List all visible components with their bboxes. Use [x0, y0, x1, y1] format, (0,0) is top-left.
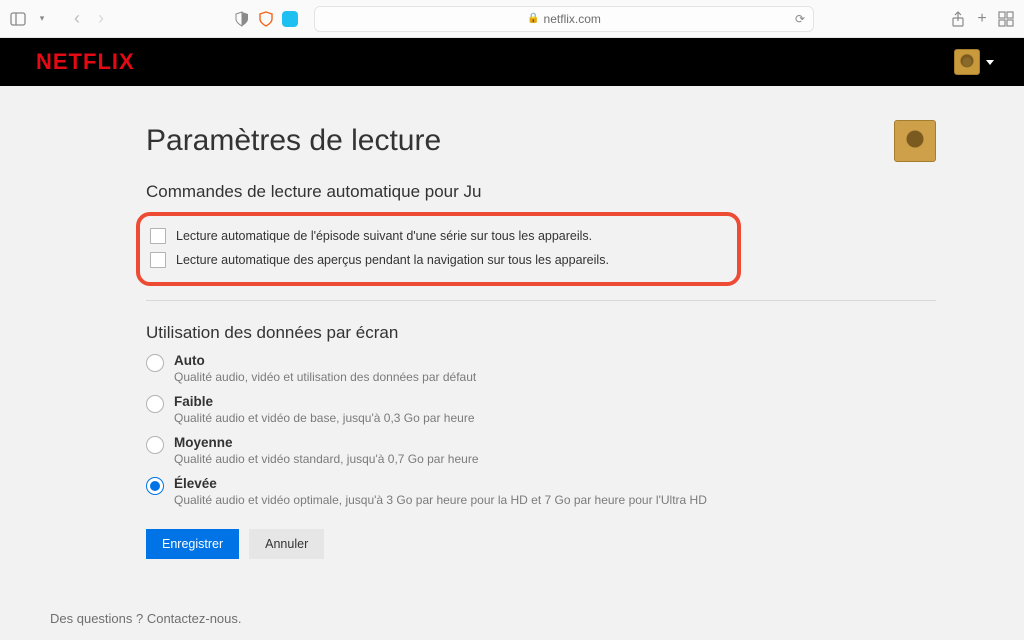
data-usage-option-medium[interactable]: Moyenne Qualité audio et vidéo standard,… — [146, 435, 886, 466]
radio-auto-desc: Qualité audio, vidéo et utilisation des … — [174, 370, 476, 384]
lock-icon: 🔒 — [527, 13, 539, 24]
autoplay-section-title: Commandes de lecture automatique pour Ju — [146, 182, 886, 202]
section-divider — [146, 300, 936, 301]
autoplay-next-episode-label: Lecture automatique de l'épisode suivant… — [176, 229, 592, 243]
back-button[interactable]: ‹ — [74, 8, 80, 29]
profile-avatar-large — [894, 120, 936, 162]
netflix-logo[interactable]: NETFLIX — [36, 49, 135, 75]
chevron-down-icon[interactable]: ▾ — [34, 11, 50, 27]
page-body: Paramètres de lecture Commandes de lectu… — [0, 86, 1024, 640]
shield-brave-icon[interactable] — [258, 11, 274, 27]
sidebar-icon[interactable] — [10, 11, 26, 27]
radio-medium-desc: Qualité audio et vidéo standard, jusqu'à… — [174, 452, 479, 466]
save-button[interactable]: Enregistrer — [146, 529, 239, 559]
autoplay-highlight-box: Lecture automatique de l'épisode suivant… — [136, 212, 741, 286]
radio-high-label: Élevée — [174, 476, 707, 491]
radio-low[interactable] — [146, 395, 164, 413]
radio-medium-label: Moyenne — [174, 435, 479, 450]
autoplay-next-episode-checkbox[interactable] — [150, 228, 166, 244]
share-icon[interactable] — [950, 11, 966, 27]
reload-icon[interactable]: ⟳ — [795, 12, 805, 26]
profile-menu[interactable] — [954, 49, 994, 75]
radio-auto-label: Auto — [174, 353, 476, 368]
netflix-header: NETFLIX — [0, 38, 1024, 86]
footer-contact-link[interactable]: Des questions ? Contactez-nous. — [50, 611, 242, 626]
autoplay-previews-label: Lecture automatique des aperçus pendant … — [176, 253, 609, 267]
url-host: netflix.com — [544, 12, 601, 26]
shield-half-icon[interactable] — [234, 11, 250, 27]
data-usage-section-title: Utilisation des données par écran — [146, 323, 886, 343]
autoplay-previews-checkbox[interactable] — [150, 252, 166, 268]
avatar-icon — [954, 49, 980, 75]
forward-button[interactable]: › — [98, 8, 104, 29]
radio-high[interactable] — [146, 477, 164, 495]
browser-chrome: ▾ ‹ › 🔒 netflix.com ⟳ + — [0, 0, 1024, 38]
address-bar[interactable]: 🔒 netflix.com ⟳ — [314, 6, 814, 32]
tabs-grid-icon[interactable] — [998, 11, 1014, 27]
caret-down-icon — [986, 60, 994, 65]
page-title: Paramètres de lecture — [146, 124, 886, 158]
data-usage-option-high[interactable]: Élevée Qualité audio et vidéo optimale, … — [146, 476, 886, 507]
cancel-button[interactable]: Annuler — [249, 529, 324, 559]
data-usage-option-low[interactable]: Faible Qualité audio et vidéo de base, j… — [146, 394, 886, 425]
radio-low-desc: Qualité audio et vidéo de base, jusqu'à … — [174, 411, 475, 425]
radio-medium[interactable] — [146, 436, 164, 454]
autoplay-next-episode-row[interactable]: Lecture automatique de l'épisode suivant… — [150, 224, 727, 248]
radio-low-label: Faible — [174, 394, 475, 409]
autoplay-previews-row[interactable]: Lecture automatique des aperçus pendant … — [150, 248, 727, 272]
radio-auto[interactable] — [146, 354, 164, 372]
extension-icon[interactable] — [282, 11, 298, 27]
data-usage-option-auto[interactable]: Auto Qualité audio, vidéo et utilisation… — [146, 353, 886, 384]
radio-high-desc: Qualité audio et vidéo optimale, jusqu'à… — [174, 493, 707, 507]
new-tab-icon[interactable]: + — [974, 11, 990, 27]
